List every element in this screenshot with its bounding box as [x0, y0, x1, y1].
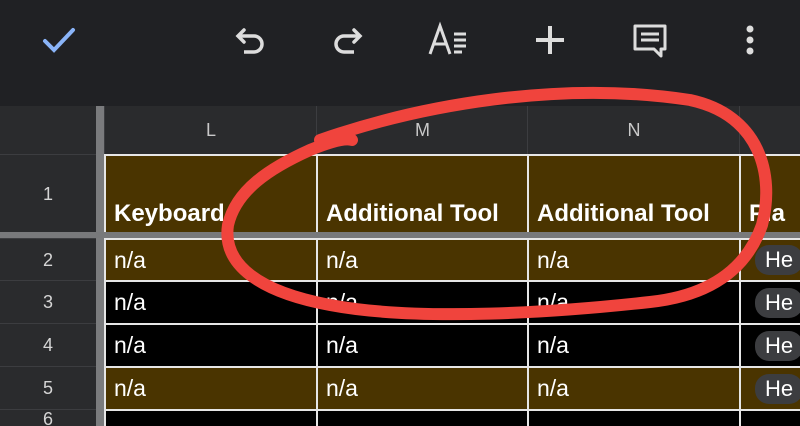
chip: He: [755, 330, 800, 361]
comment-icon[interactable]: [624, 14, 676, 66]
chip: He: [755, 245, 800, 275]
column-header-n[interactable]: N: [527, 106, 740, 154]
cell-m3[interactable]: n/a: [316, 280, 527, 323]
cell-n6[interactable]: [527, 409, 739, 426]
cell-n2[interactable]: n/a: [527, 238, 739, 280]
cell-l1[interactable]: Keyboard: [104, 154, 316, 232]
column-header-l[interactable]: L: [104, 106, 317, 154]
redo-icon[interactable]: [322, 14, 374, 66]
more-vert-icon[interactable]: [724, 14, 776, 66]
cell-n4[interactable]: n/a: [527, 323, 739, 366]
row-header-4[interactable]: 4: [0, 323, 96, 367]
cell-m5[interactable]: n/a: [316, 366, 527, 409]
cell-n1[interactable]: Additional Tool: [527, 154, 739, 232]
cell-o1[interactable]: Pla: [739, 154, 800, 232]
cell-o5[interactable]: He: [739, 366, 800, 409]
row-header-5[interactable]: 5: [0, 366, 96, 410]
toolbar: [0, 0, 800, 106]
row-header-1[interactable]: 1: [0, 154, 96, 233]
check-icon[interactable]: [33, 14, 85, 66]
undo-icon[interactable]: [224, 14, 276, 66]
cell-n5[interactable]: n/a: [527, 366, 739, 409]
cell-o4[interactable]: He: [739, 323, 800, 366]
cell-m6[interactable]: [316, 409, 527, 426]
cell-l5[interactable]: n/a: [104, 366, 316, 409]
cell-n3[interactable]: n/a: [527, 280, 739, 323]
cell-l3[interactable]: n/a: [104, 280, 316, 323]
row-header-2[interactable]: 2: [0, 238, 96, 281]
cell-l2[interactable]: n/a: [104, 238, 316, 280]
cell-m4[interactable]: n/a: [316, 323, 527, 366]
text-format-icon[interactable]: [422, 14, 474, 66]
column-header-m[interactable]: M: [316, 106, 528, 154]
add-icon[interactable]: [524, 14, 576, 66]
spreadsheet-grid: L M N 1 2 3 4 5 6 Keyboard Additional To…: [0, 106, 800, 426]
select-all-corner[interactable]: [0, 106, 96, 154]
cell-m1[interactable]: Additional Tool: [316, 154, 527, 232]
cell-m2[interactable]: n/a: [316, 238, 527, 280]
frozen-row-divider[interactable]: [0, 232, 800, 238]
frozen-column-divider[interactable]: [96, 106, 104, 426]
cell-l4[interactable]: n/a: [104, 323, 316, 366]
cell-o3[interactable]: He: [739, 280, 800, 323]
cell-o6[interactable]: [739, 409, 800, 426]
row-header-3[interactable]: 3: [0, 280, 96, 324]
chip: He: [755, 373, 800, 404]
column-header-o[interactable]: [739, 106, 800, 154]
cell-l6[interactable]: [104, 409, 316, 426]
chip: He: [755, 287, 800, 318]
row-header-6[interactable]: 6: [0, 409, 96, 426]
cell-o2[interactable]: He: [739, 238, 800, 280]
